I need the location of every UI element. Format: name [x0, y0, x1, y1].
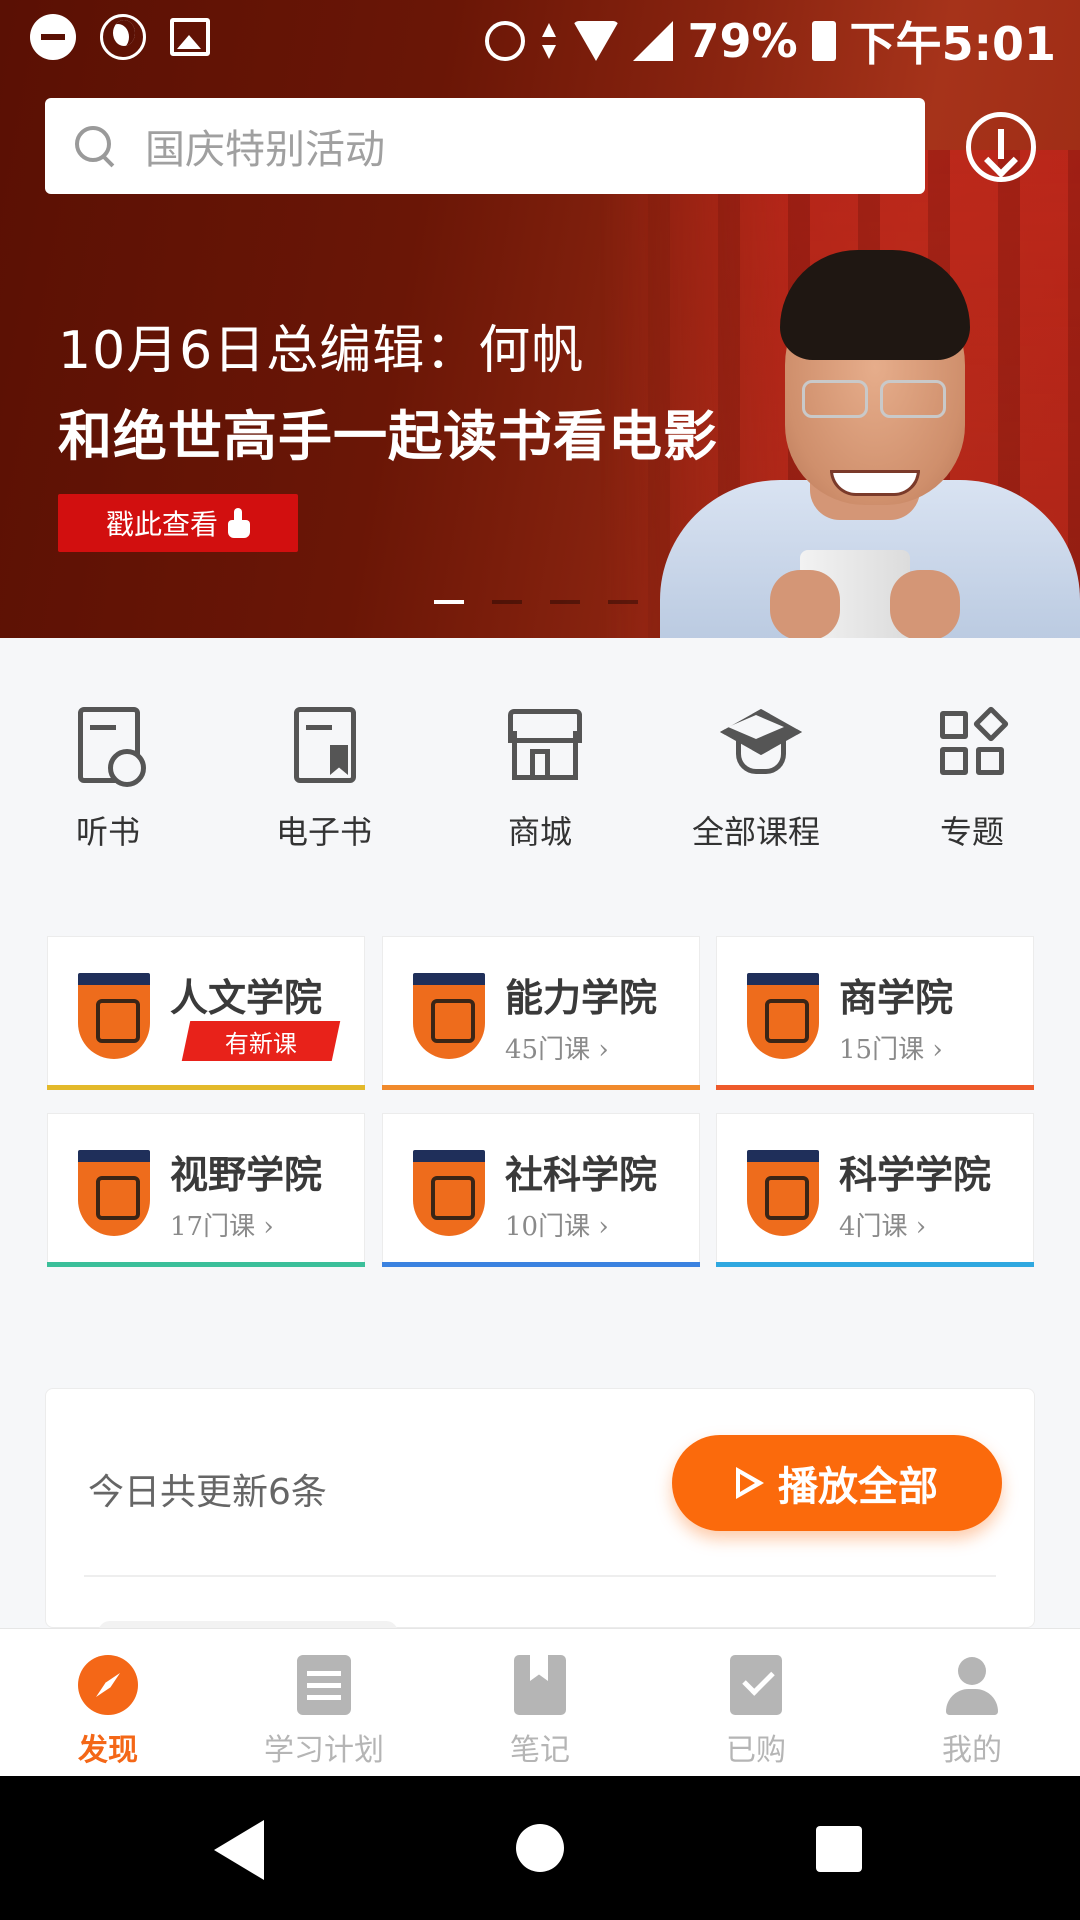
academy-card-vision[interactable]: 视野学院 17门课 ›: [47, 1113, 365, 1267]
academy-name: 科学学院: [839, 1152, 992, 1197]
play-icon: [736, 1467, 764, 1499]
recent-apps-icon[interactable]: [816, 1826, 862, 1872]
tab-study-plan[interactable]: 学习计划: [216, 1629, 432, 1777]
battery-icon: [811, 21, 836, 61]
tab-label: 已购: [726, 1733, 786, 1768]
wifi-icon: [573, 21, 620, 61]
search-input[interactable]: 国庆特别活动: [45, 98, 925, 194]
system-navigation-bar: [0, 1776, 1080, 1920]
carousel-dot: [550, 600, 580, 604]
carousel-indicator: [434, 600, 638, 604]
listen-book-icon: [72, 705, 146, 787]
academy-course-count: 4门课 ›: [839, 1212, 927, 1242]
image-icon: [170, 18, 210, 56]
divider: [84, 1575, 996, 1577]
academy-card-business[interactable]: 商学院 15门课 ›: [716, 936, 1034, 1090]
banner-portrait: [660, 250, 1080, 638]
quick-nav: 听书 电子书 商城 全部课程 专题: [0, 705, 1080, 865]
dnd-icon: [30, 14, 76, 60]
academy-card-humanities[interactable]: 人文学院 有新课: [47, 936, 365, 1090]
academy-card-social-science[interactable]: 社科学院 10门课 ›: [382, 1113, 700, 1267]
quick-nav-label: 专题: [939, 813, 1004, 851]
banner-view-button[interactable]: 戳此查看: [58, 494, 298, 552]
tab-label: 笔记: [510, 1733, 570, 1768]
quick-nav-topics[interactable]: 专题: [864, 705, 1080, 853]
tab-label: 学习计划: [264, 1733, 384, 1768]
academy-emblem-icon: [747, 1150, 819, 1236]
download-icon[interactable]: [966, 112, 1036, 182]
academy-emblem-icon: [747, 973, 819, 1059]
quick-nav-label: 听书: [75, 813, 140, 851]
quick-nav-label: 商城: [507, 813, 572, 851]
clock: 下午5:01: [849, 17, 1056, 71]
quick-nav-ebook[interactable]: 电子书: [216, 705, 432, 853]
status-bar: 79% 下午5:01: [0, 0, 1080, 74]
academy-course-count: 15门课 ›: [839, 1035, 943, 1065]
play-all-button[interactable]: 播放全部: [672, 1435, 1002, 1531]
search-icon: [75, 126, 115, 166]
academy-name: 商学院: [839, 975, 954, 1020]
academy-underline: [47, 1262, 365, 1267]
ebook-icon: [288, 705, 360, 785]
academy-name: 视野学院: [170, 1152, 323, 1197]
quick-nav-listen[interactable]: 听书: [0, 705, 216, 853]
academy-course-count: 10门课 ›: [505, 1212, 609, 1242]
academy-underline: [716, 1085, 1034, 1090]
academy-course-count: 17门课 ›: [170, 1212, 274, 1242]
play-all-label: 播放全部: [778, 1464, 938, 1510]
academy-name: 能力学院: [505, 975, 658, 1020]
academy-card-science[interactable]: 科学学院 4门课 ›: [716, 1113, 1034, 1267]
quick-nav-label: 全部课程: [691, 813, 820, 851]
bookmark-icon: [514, 1655, 566, 1715]
search-placeholder: 国庆特别活动: [145, 127, 385, 173]
academy-underline: [382, 1262, 700, 1267]
store-icon: [504, 705, 582, 785]
moon-icon: [100, 14, 146, 60]
compass-icon: [78, 1655, 138, 1715]
daily-update-count: 今日共更新6条: [88, 1472, 327, 1513]
checklist-icon: [730, 1655, 782, 1715]
tap-hand-icon: [228, 508, 250, 538]
banner-view-button-label: 戳此查看: [105, 508, 218, 541]
carousel-dot: [434, 600, 464, 604]
tab-label: 我的: [942, 1733, 1002, 1768]
signal-icon: [633, 21, 674, 61]
battery-percent: 79%: [687, 14, 798, 68]
alarm-icon: [485, 21, 526, 61]
carousel-dot: [608, 600, 638, 604]
academy-name: 社科学院: [505, 1152, 658, 1197]
tab-discover[interactable]: 发现: [0, 1629, 216, 1777]
home-icon[interactable]: [516, 1824, 564, 1872]
academy-emblem-icon: [413, 1150, 485, 1236]
academy-card-ability[interactable]: 能力学院 45门课 ›: [382, 936, 700, 1090]
academy-name: 人文学院: [170, 975, 323, 1020]
academy-course-count: 45门课 ›: [505, 1035, 609, 1065]
user-icon: [942, 1655, 1002, 1715]
study-plan-icon: [297, 1655, 351, 1715]
tab-notes[interactable]: 笔记: [432, 1629, 648, 1777]
quick-nav-store[interactable]: 商城: [432, 705, 648, 853]
academy-emblem-icon: [413, 973, 485, 1059]
graduation-cap-icon: [720, 705, 792, 785]
back-icon[interactable]: [214, 1820, 264, 1880]
academy-underline: [47, 1085, 365, 1090]
tab-mine[interactable]: 我的: [864, 1629, 1080, 1777]
tab-label: 发现: [78, 1733, 138, 1768]
tab-purchased[interactable]: 已购: [648, 1629, 864, 1777]
academy-underline: [382, 1085, 700, 1090]
data-arrows-icon: [539, 21, 559, 61]
carousel-dot: [492, 600, 522, 604]
quick-nav-label: 电子书: [275, 813, 372, 851]
daily-update-card: 今日共更新6条 播放全部: [45, 1388, 1035, 1645]
hero-banner[interactable]: 79% 下午5:01 国庆特别活动 10月6日总编辑：何帆 和绝世高手一起读书看…: [0, 0, 1080, 638]
new-course-badge: 有新课: [181, 1021, 341, 1061]
academy-underline: [716, 1262, 1034, 1267]
quick-nav-all-courses[interactable]: 全部课程: [648, 705, 864, 853]
topics-grid-icon: [936, 705, 1010, 785]
banner-title: 和绝世高手一起读书看电影: [58, 405, 718, 468]
banner-subtitle: 10月6日总编辑：何帆: [58, 321, 585, 381]
academy-emblem-icon: [78, 1150, 150, 1236]
bottom-tab-bar: 发现 学习计划 笔记 已购 我的: [0, 1628, 1080, 1776]
academy-emblem-icon: [78, 973, 150, 1059]
